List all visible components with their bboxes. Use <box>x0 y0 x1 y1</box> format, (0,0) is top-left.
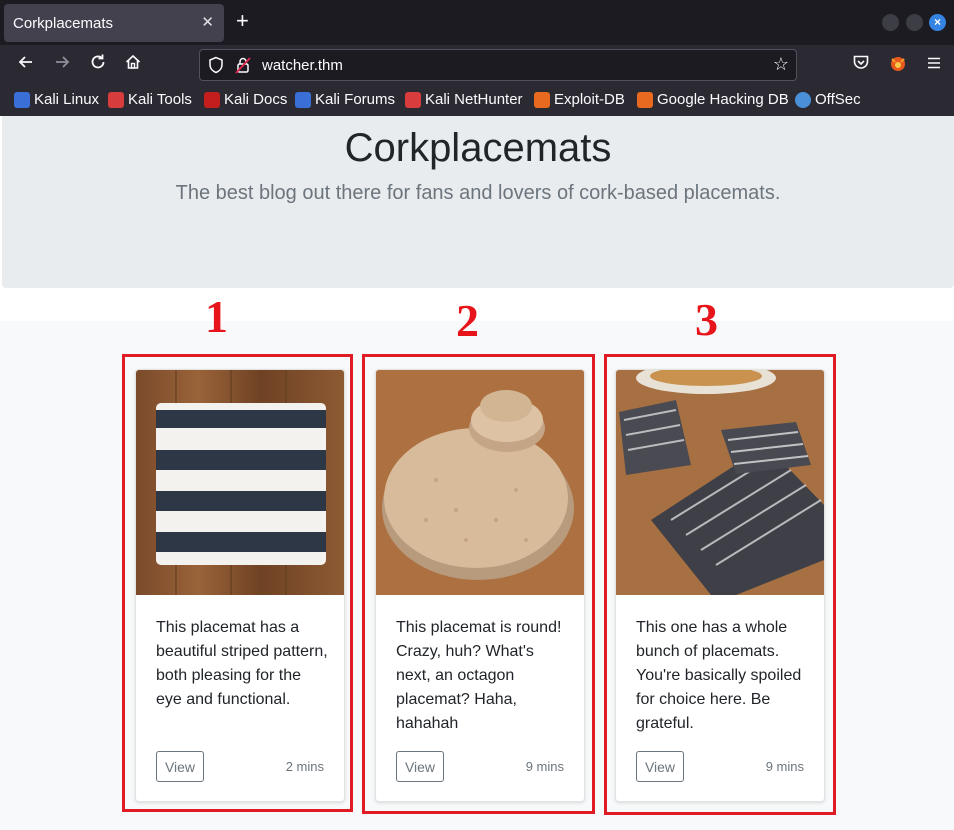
forward-arrow-icon[interactable] <box>50 53 74 77</box>
view-button[interactable]: View <box>156 751 204 782</box>
tab-corkplacemats[interactable]: Corkplacemats ✕ <box>4 4 224 42</box>
page-title: Corkplacemats <box>344 126 612 170</box>
offsec-icon <box>795 91 811 108</box>
bookmark-google-hacking-db[interactable]: Google Hacking DB <box>637 91 789 108</box>
bookmark-offsec[interactable]: OffSec <box>795 91 861 108</box>
card-text: This placemat is round! Crazy, huh? What… <box>396 619 562 732</box>
new-tab-button[interactable]: + <box>236 10 249 32</box>
placemat-set-image <box>616 370 824 595</box>
close-window-icon[interactable]: × <box>929 14 946 31</box>
insecure-lock-icon[interactable] <box>235 56 251 74</box>
round-cork-placemat-image <box>376 370 584 595</box>
reload-icon[interactable] <box>86 53 110 77</box>
card-text: This placemat has a beautiful striped pa… <box>156 619 328 708</box>
annotation-number-1: 1 <box>205 291 228 342</box>
bookmark-exploit-db[interactable]: Exploit-DB <box>534 91 625 108</box>
card-striped-placemat: This placemat has a beautiful striped pa… <box>135 369 345 802</box>
kali-dragon-icon <box>14 91 30 108</box>
exploit-db-icon <box>534 91 550 108</box>
home-icon[interactable] <box>121 53 145 77</box>
bookmark-kali-forums[interactable]: Kali Forums <box>295 91 395 108</box>
card-text: This one has a whole bunch of placemats.… <box>636 619 802 732</box>
menu-icon[interactable] <box>922 53 946 77</box>
tab-bar: Corkplacemats ✕ + × <box>0 0 954 45</box>
address-bar[interactable]: watcher.thm ☆ <box>199 49 797 81</box>
read-time: 9 mins <box>525 759 564 774</box>
kali-docs-icon <box>204 91 220 108</box>
card-round-placemat: This placemat is round! Crazy, huh? What… <box>375 369 585 802</box>
kali-tools-icon <box>108 91 124 108</box>
page-subtitle: The best blog out there for fans and lov… <box>175 182 781 204</box>
bookmarks-bar: Kali Linux Kali Tools Kali Docs Kali For… <box>0 85 954 116</box>
shield-icon[interactable] <box>208 56 224 74</box>
kali-forums-icon <box>295 91 311 108</box>
tab-title: Corkplacemats <box>13 14 114 32</box>
bookmark-star-icon[interactable]: ☆ <box>773 54 789 75</box>
maximize-icon[interactable] <box>906 14 923 31</box>
close-tab-icon[interactable]: ✕ <box>201 13 214 31</box>
jumbotron: Corkplacemats The best blog out there fo… <box>2 116 954 288</box>
bookmark-kali-docs[interactable]: Kali Docs <box>204 91 287 108</box>
annotation-number-2: 2 <box>456 295 479 346</box>
kali-nethunter-icon <box>405 91 421 108</box>
striped-placemat-image <box>136 370 344 595</box>
extension-fox-icon[interactable] <box>886 53 910 79</box>
annotation-number-3: 3 <box>695 294 718 345</box>
bookmark-kali-linux[interactable]: Kali Linux <box>14 91 99 108</box>
minimize-icon[interactable] <box>882 14 899 31</box>
nav-bar: watcher.thm ☆ <box>0 45 954 85</box>
read-time: 9 mins <box>765 759 804 774</box>
read-time: 2 mins <box>285 759 324 774</box>
pocket-icon[interactable] <box>849 53 873 77</box>
url-text[interactable]: watcher.thm <box>262 57 343 74</box>
back-arrow-icon[interactable] <box>14 53 38 77</box>
bookmark-kali-tools[interactable]: Kali Tools <box>108 91 192 108</box>
view-button[interactable]: View <box>396 751 444 782</box>
card-placemat-set: This one has a whole bunch of placemats.… <box>615 369 825 802</box>
google-hacking-db-icon <box>637 91 653 108</box>
bookmark-kali-nethunter[interactable]: Kali NetHunter <box>405 91 523 108</box>
view-button[interactable]: View <box>636 751 684 782</box>
